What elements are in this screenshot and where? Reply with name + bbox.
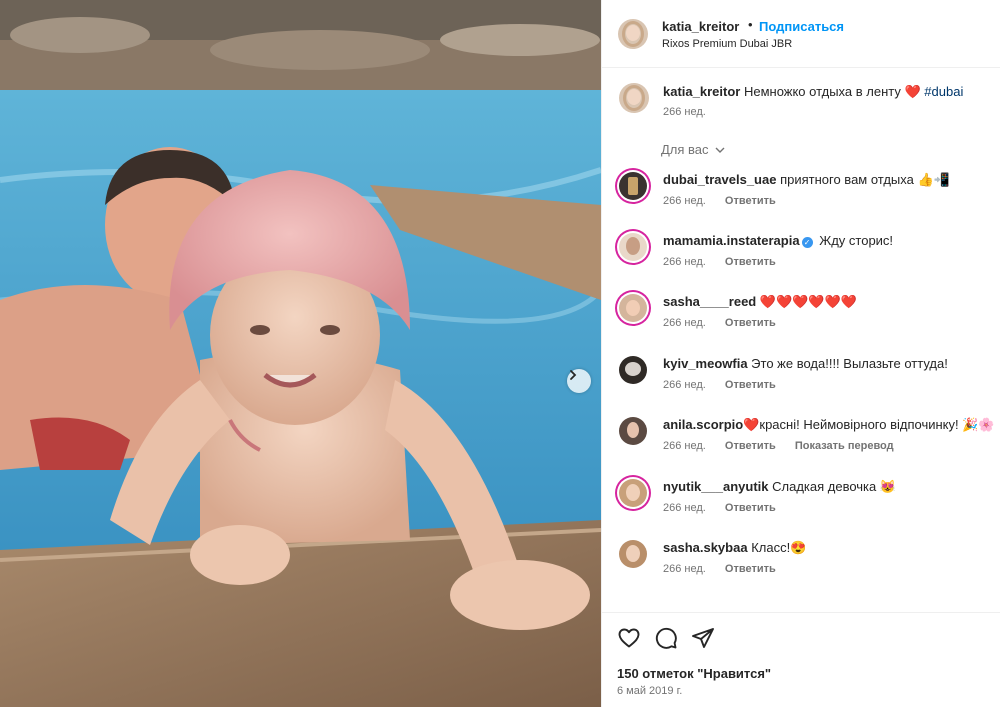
heart-icon <box>618 628 640 648</box>
comment-avatar[interactable] <box>619 356 647 384</box>
comment-age: 266 нед. <box>663 379 706 391</box>
comment-text: Класс!😍 <box>751 540 807 555</box>
author-avatar[interactable] <box>618 19 648 49</box>
like-button[interactable] <box>617 626 641 650</box>
post-sidebar: katia_kreitor • Подписаться Rixos Premiu… <box>601 0 1000 707</box>
photo-image <box>0 0 601 707</box>
likes-count[interactable]: 150 отметок "Нравится" <box>617 666 771 681</box>
chevron-down-icon <box>715 147 725 153</box>
comment-age: 266 нед. <box>663 317 706 329</box>
verified-icon: ✓ <box>801 237 813 248</box>
comment-username[interactable]: mamamia.instaterapia <box>663 233 800 248</box>
comments-filter-label: Для вас <box>661 142 709 157</box>
comment-username[interactable]: anila.scorpio <box>663 417 743 432</box>
caption-text: Немножко отдыха в ленту <box>743 84 901 99</box>
comment-item: anila.scorpio❤️красні! Неймовірного відп… <box>602 417 1000 469</box>
separator-dot: • <box>748 17 753 32</box>
caption: katia_kreitor Немножко отдыха в ленту ❤️… <box>663 84 963 100</box>
reply-button[interactable]: Ответить <box>725 256 776 268</box>
caption-avatar[interactable] <box>619 83 649 113</box>
translate-button[interactable]: Показать перевод <box>795 440 894 452</box>
comment-item: kyiv_meowfia Это же вода!!!! Вылазьте от… <box>602 356 1000 408</box>
comment-icon <box>655 627 677 649</box>
reply-button[interactable]: Ответить <box>725 317 776 329</box>
reply-button[interactable]: Ответить <box>725 440 776 452</box>
reply-button[interactable]: Ответить <box>725 502 776 514</box>
comment-avatar[interactable] <box>619 479 647 507</box>
comment-age: 266 нед. <box>663 195 706 207</box>
comment-button[interactable] <box>654 626 678 650</box>
caption-username[interactable]: katia_kreitor <box>663 84 740 99</box>
comment-avatar[interactable] <box>619 294 647 322</box>
post-header: katia_kreitor • Подписаться Rixos Premiu… <box>602 0 1000 68</box>
comment-text: ❤️красні! Неймовірного відпочинку! 🎉🌸 <box>743 417 995 432</box>
comment-username[interactable]: kyiv_meowfia <box>663 356 748 371</box>
comment-avatar[interactable] <box>619 417 647 445</box>
comment-item: sasha____reed ❤️❤️❤️❤️❤️❤️ 266 нед. Отве… <box>602 294 1000 346</box>
post-date: 6 май 2019 г. <box>617 685 683 697</box>
comment-age: 266 нед. <box>663 563 706 575</box>
author-username[interactable]: katia_kreitor <box>662 19 739 34</box>
comment-item: dubai_travels_uae приятного вам отдыха 👍… <box>602 172 1000 224</box>
comment-text: Жду сторис! <box>819 233 894 248</box>
comment-avatar[interactable] <box>619 233 647 261</box>
reply-button[interactable]: Ответить <box>725 379 776 391</box>
post-photo[interactable] <box>0 0 601 707</box>
comments-filter[interactable]: Для вас <box>661 142 725 157</box>
caption-emoji: ❤️ <box>904 84 921 99</box>
comment-item: nyutik___anyutik Сладкая девочка 😻 266 н… <box>602 479 1000 531</box>
comment-username[interactable]: sasha.skybaa <box>663 540 748 555</box>
comment-item: mamamia.instaterapia ✓ Жду сторис! 266 не… <box>602 233 1000 285</box>
comment-text: Это же вода!!!! Вылазьте оттуда! <box>751 356 948 371</box>
comment-text: ❤️❤️❤️❤️❤️❤️ <box>759 294 857 309</box>
reply-button[interactable]: Ответить <box>725 563 776 575</box>
caption-hashtag[interactable]: #dubai <box>924 84 963 99</box>
comment-avatar[interactable] <box>619 540 647 568</box>
caption-age: 266 нед. <box>663 106 706 118</box>
comment-age: 266 нед. <box>663 440 706 452</box>
post-location[interactable]: Rixos Premium Dubai JBR <box>662 38 792 50</box>
actions-divider <box>602 612 1000 613</box>
follow-button[interactable]: Подписаться <box>759 19 844 34</box>
comment-age: 266 нед. <box>663 502 706 514</box>
comment-text: Сладкая девочка 😻 <box>772 479 897 494</box>
comment-username[interactable]: dubai_travels_uae <box>663 172 776 187</box>
comment-username[interactable]: nyutik___anyutik <box>663 479 769 494</box>
chevron-right-icon <box>570 370 577 380</box>
comment-avatar[interactable] <box>619 172 647 200</box>
comment-age: 266 нед. <box>663 256 706 268</box>
share-icon <box>692 628 714 648</box>
next-photo-button[interactable] <box>567 369 591 393</box>
reply-button[interactable]: Ответить <box>725 195 776 207</box>
comment-item: sasha.skybaa Класс!😍 266 нед. Ответить <box>602 540 1000 592</box>
comment-text: приятного вам отдыха 👍📲 <box>780 172 950 187</box>
share-button[interactable] <box>691 626 715 650</box>
comment-username[interactable]: sasha____reed <box>663 294 756 309</box>
